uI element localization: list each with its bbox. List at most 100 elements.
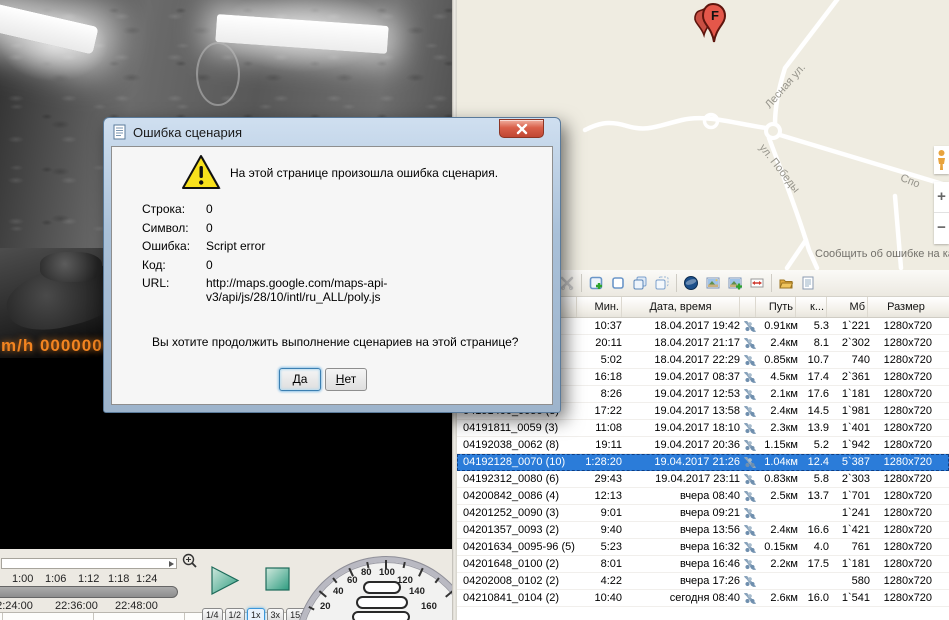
play-button[interactable] [208, 564, 242, 598]
speed-button[interactable]: 1/4 [202, 608, 223, 620]
marker-letter: F [711, 8, 719, 23]
zoom-magnifier-icon[interactable] [181, 552, 201, 572]
map-report-error-link[interactable]: Сообщить об ошибке на кар [815, 248, 949, 260]
gauge-label: 20 [320, 601, 331, 612]
table-row[interactable]: 04201648_0100 (2)8:01вчера 16:462.2км17.… [457, 556, 949, 573]
toolbar-separator [771, 274, 772, 292]
cell-c6: 1280x720 [870, 335, 946, 351]
timeline-scrollbar[interactable] [1, 558, 177, 569]
route-icon [744, 355, 756, 366]
column-header-size[interactable]: Размер [868, 297, 944, 317]
cell-c6: 1280x720 [870, 471, 946, 487]
cell-c5: 580 [829, 573, 870, 589]
notes-icon[interactable] [797, 272, 819, 294]
gauge-label: 80 [361, 567, 372, 578]
column-header-min[interactable]: Мин. [577, 297, 622, 317]
table-row[interactable]: 04201634_0095-96 (5)5:23вчера 16:320.15к… [457, 539, 949, 556]
video-cable [196, 42, 240, 106]
add-clip-icon[interactable] [585, 272, 607, 294]
zoom-in-button[interactable]: + [934, 182, 949, 213]
table-row[interactable]: 04192128_0070 (10)1:28:2019.04.2017 21:2… [457, 454, 949, 471]
stop-button[interactable] [264, 566, 292, 594]
route-icon [744, 321, 756, 332]
cell-c0: 04192312_0080 (6) [457, 471, 577, 487]
cell-c0: 04202008_0102 (2) [457, 573, 577, 589]
select-frame-icon[interactable] [607, 272, 629, 294]
cell-c6: 1280x720 [870, 318, 946, 334]
column-header-path[interactable]: Путь [756, 297, 796, 317]
table-row[interactable]: 04201357_0093 (2)9:40вчера 13:562.4км16.… [457, 522, 949, 539]
dialog-titlebar[interactable]: Ошибка сценария [104, 118, 560, 146]
image-icon[interactable] [702, 272, 724, 294]
column-header-mb[interactable]: Мб [827, 297, 868, 317]
speed-button[interactable]: 3x [267, 608, 285, 620]
cell-c4: 5.2 [798, 437, 829, 453]
dialog-body: На этой странице произошла ошибка сценар… [111, 146, 553, 405]
toolbar-separator [676, 274, 677, 292]
cell-c5: 1`241 [829, 505, 870, 521]
timeline-progress-bar[interactable] [0, 586, 178, 598]
yes-rest: а [301, 372, 308, 386]
field-line: Строка:0 [142, 202, 213, 216]
copy-frames-icon[interactable] [629, 272, 651, 294]
table-row[interactable]: 04202008_0102 (2)4:22вчера 17:265801280x… [457, 573, 949, 590]
cell-c4: 12.4 [798, 454, 829, 470]
speed-button[interactable]: 1/2 [225, 608, 246, 620]
table-row[interactable]: 04192038_0062 (8)19:1119.04.2017 20:361.… [457, 437, 949, 454]
column-header-k[interactable]: к... [796, 297, 827, 317]
route-icon [744, 576, 756, 587]
cell-c2: 18.04.2017 19:42 [622, 318, 740, 334]
field-value: 0 [206, 258, 213, 272]
gauge-label: 140 [409, 586, 425, 597]
cell-c1: 8:26 [577, 386, 622, 402]
cell-c1: 12:13 [577, 488, 622, 504]
table-row[interactable]: 04200842_0086 (4)12:13вчера 08:402.5км13… [457, 488, 949, 505]
field-value: 0 [206, 221, 213, 235]
odometer-display [363, 581, 401, 594]
cell-c4: 16.0 [798, 590, 829, 606]
cell-c3: 2.3км [758, 420, 798, 436]
cell-c1: 5:02 [577, 352, 622, 368]
table-row[interactable]: 04191811_0059 (3)11:0819.04.2017 18:102.… [457, 420, 949, 437]
tick-label: 1:06 [45, 573, 66, 585]
cell-c5: 1`421 [829, 522, 870, 538]
copy-frames-alt-icon[interactable] [651, 272, 673, 294]
cell-c4: 5.8 [798, 471, 829, 487]
toolbar-separator [581, 274, 582, 292]
route-icon [744, 338, 756, 349]
no-button[interactable]: Нет [325, 368, 367, 391]
cell-c0: 04201357_0093 (2) [457, 522, 577, 538]
pegman-icon [936, 149, 947, 171]
scroll-arrow-icon[interactable] [169, 561, 174, 567]
cell-c4: 14.5 [798, 403, 829, 419]
field-label: Символ: [142, 221, 206, 235]
resize-icon[interactable] [746, 272, 768, 294]
dialog-close-button[interactable] [499, 119, 544, 138]
cell-c4 [798, 505, 829, 521]
dashcam-player-window: m/h 0000000 Лесная ул. ул. Победы Спо F [0, 0, 949, 620]
field-label: Строка: [142, 202, 206, 216]
table-row[interactable]: 04201252_0090 (3)9:01вчера 09:211`241128… [457, 505, 949, 522]
cell-c1: 10:40 [577, 590, 622, 606]
google-earth-icon[interactable] [680, 272, 702, 294]
dialog-message: На этой странице произошла ошибка сценар… [230, 166, 498, 180]
table-row[interactable]: 04210841_0104 (2)10:40сегодня 08:402.6км… [457, 590, 949, 607]
cell-c0: 04210841_0104 (2) [457, 590, 577, 606]
cell-c6: 1280x720 [870, 369, 946, 385]
map-marker-pin[interactable]: F [693, 2, 737, 56]
cell-c3: 0.15км [758, 539, 798, 555]
zoom-out-button[interactable]: − [934, 213, 949, 244]
cell-c4: 4.0 [798, 539, 829, 555]
tick-label: 1:18 [108, 573, 129, 585]
route-icon [744, 474, 756, 485]
folder-open-icon[interactable] [775, 272, 797, 294]
street-view-pegman-button[interactable] [934, 146, 949, 174]
image-add-icon[interactable] [724, 272, 746, 294]
yes-button[interactable]: Да [279, 368, 321, 391]
speed-button-selected[interactable]: 1x [247, 608, 265, 620]
table-row[interactable]: 04192312_0080 (6)29:4319.04.2017 23:110.… [457, 471, 949, 488]
cell-c6: 1280x720 [870, 539, 946, 555]
cell-c2: 19.04.2017 18:10 [622, 420, 740, 436]
route-icon [744, 542, 756, 553]
column-header-datetime[interactable]: Дата, время [622, 297, 740, 317]
